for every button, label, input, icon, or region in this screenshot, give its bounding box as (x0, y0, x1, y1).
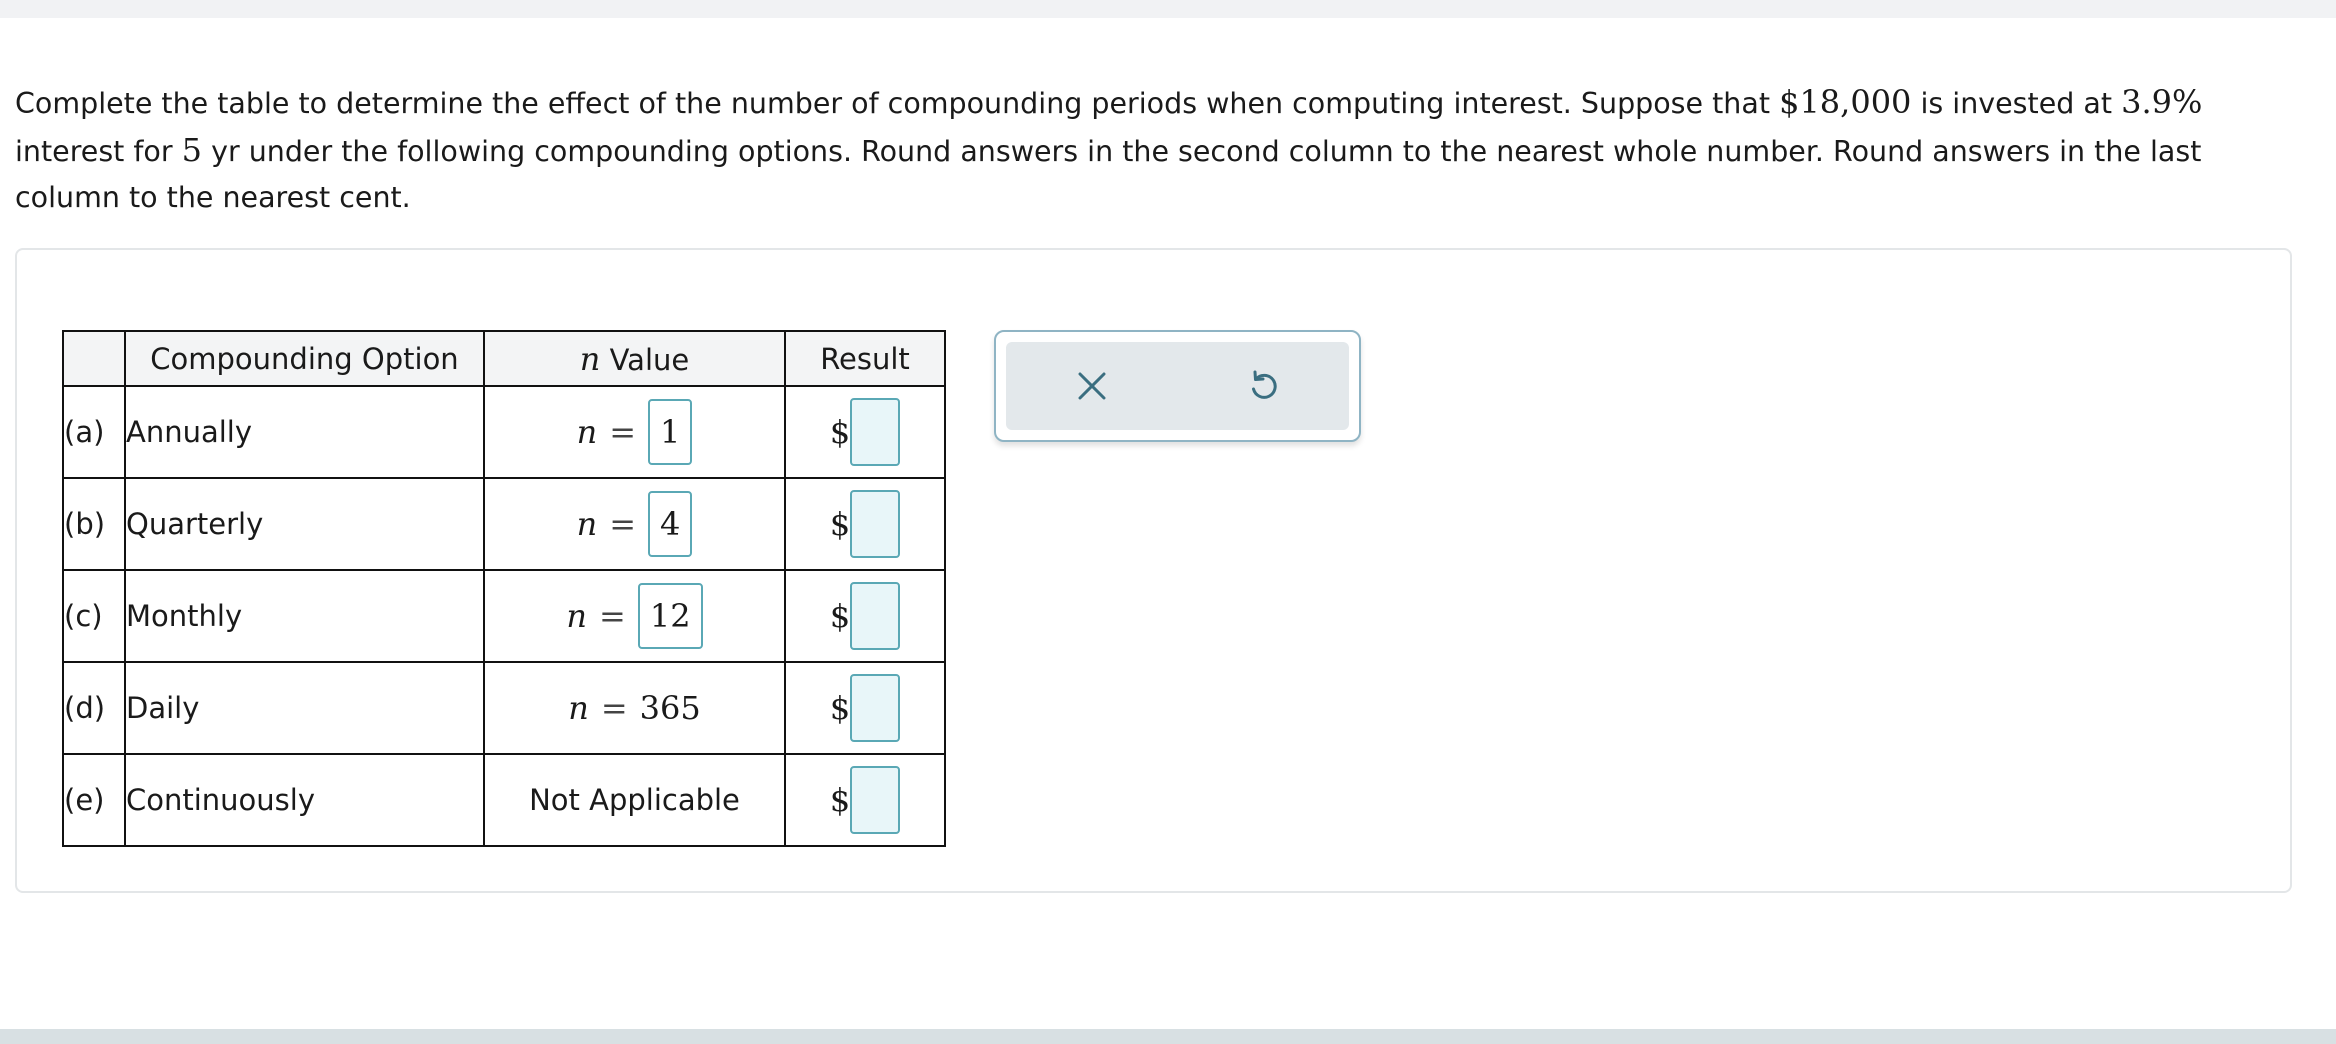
row-option: Continuously (124, 753, 485, 847)
n-value-cell: n = 4 (483, 477, 786, 571)
row-letter: (a) (62, 385, 126, 479)
currency-symbol: $ (829, 781, 851, 819)
row-letter: (b) (62, 477, 126, 571)
table-row: (d) Daily n = 365 $ (62, 661, 946, 755)
result-input-annually[interactable] (850, 398, 901, 466)
row-letter: (d) (62, 661, 126, 755)
row-letter: (e) (62, 753, 126, 847)
n-value-cell: n = 365 (483, 661, 786, 755)
header-blank (62, 330, 126, 387)
currency-symbol: $ (829, 597, 851, 635)
answer-actions (994, 330, 1361, 442)
result-input-monthly[interactable] (850, 582, 901, 650)
compounding-table: Compounding Option n Value Result (a) An… (62, 330, 946, 847)
table-row: (b) Quarterly n = 4 $ (62, 477, 946, 571)
reset-button[interactable] (1178, 342, 1349, 430)
close-icon (1078, 372, 1105, 400)
row-option: Monthly (124, 569, 485, 663)
table-header-row: Compounding Option n Value Result (62, 330, 946, 387)
top-bar (0, 0, 2336, 18)
table-row: (c) Monthly n = 12 $ (62, 569, 946, 663)
result-input-daily[interactable] (850, 674, 901, 742)
row-option: Annually (124, 385, 485, 479)
currency-symbol: $ (829, 689, 851, 727)
header-result: Result (784, 330, 946, 387)
n-value-input-monthly[interactable]: 12 (637, 583, 703, 649)
undo-icon (1251, 370, 1277, 399)
result-input-continuously[interactable] (850, 766, 901, 834)
result-cell: $ (784, 385, 946, 479)
n-value-daily: 365 (639, 689, 701, 727)
result-cell: $ (784, 569, 946, 663)
principal-amount: $18,000 (1779, 83, 1912, 121)
header-compounding-option: Compounding Option (124, 330, 485, 387)
n-value-input-annually[interactable]: 1 (648, 399, 693, 465)
table-row: (e) Continuously Not Applicable $ (62, 753, 946, 847)
row-option: Daily (124, 661, 485, 755)
actions-bar (1006, 342, 1349, 430)
n-value-not-applicable: Not Applicable (483, 753, 786, 847)
currency-symbol: $ (829, 413, 851, 451)
row-option: Quarterly (124, 477, 485, 571)
result-cell: $ (784, 753, 946, 847)
interest-rate: 3.9% (2121, 83, 2203, 121)
result-cell: $ (784, 661, 946, 755)
n-value-input-quarterly[interactable]: 4 (648, 491, 693, 557)
clear-button[interactable] (1006, 342, 1177, 430)
bottom-bar (0, 1029, 2336, 1044)
currency-symbol: $ (829, 505, 851, 543)
result-input-quarterly[interactable] (850, 490, 901, 558)
n-value-cell: n = 12 (483, 569, 786, 663)
question-prompt: Complete the table to determine the effe… (15, 83, 2203, 214)
row-letter: (c) (62, 569, 126, 663)
table-row: (a) Annually n = 1 $ (62, 385, 946, 479)
n-value-cell: n = 1 (483, 385, 786, 479)
header-n-value: n Value (483, 330, 786, 387)
years-value: 5 (181, 131, 203, 169)
result-cell: $ (784, 477, 946, 571)
